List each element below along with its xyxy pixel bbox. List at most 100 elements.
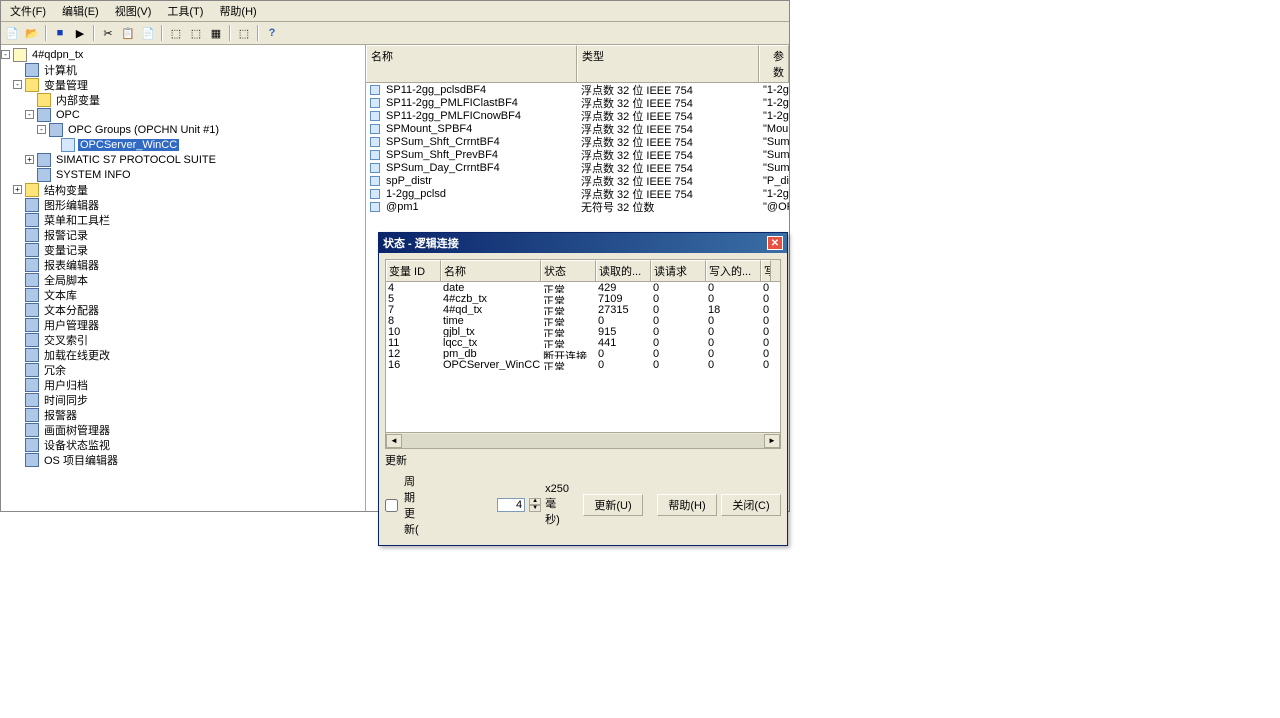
close-icon[interactable]: ✕ bbox=[767, 236, 783, 250]
col-read[interactable]: 读取的... bbox=[596, 260, 651, 281]
tree-item[interactable]: 文本库 bbox=[1, 287, 365, 302]
tree-label[interactable]: OS 项目编辑器 bbox=[42, 452, 120, 468]
tree-item[interactable]: 计算机 bbox=[1, 62, 365, 77]
list-row[interactable]: @pm1无符号 32 位数"@OPC bbox=[366, 200, 789, 213]
tree-toggle[interactable]: - bbox=[13, 80, 22, 89]
tree-label[interactable]: 文本分配器 bbox=[42, 302, 101, 318]
menu-item[interactable]: 帮助(H) bbox=[216, 2, 259, 20]
tree-label[interactable]: 用户归档 bbox=[42, 377, 90, 393]
tree-item[interactable]: 交叉索引 bbox=[1, 332, 365, 347]
tree-label[interactable]: 加载在线更改 bbox=[42, 347, 112, 363]
tree-item[interactable]: 文本分配器 bbox=[1, 302, 365, 317]
col-param[interactable]: 参数 bbox=[759, 45, 789, 82]
update-button[interactable]: 更新(U) bbox=[583, 494, 643, 516]
tree-label[interactable]: SIMATIC S7 PROTOCOL SUITE bbox=[54, 154, 218, 166]
tree-item[interactable]: 设备状态监视 bbox=[1, 437, 365, 452]
col-req[interactable]: 读请求 bbox=[651, 260, 706, 281]
tree-item[interactable]: 报表编辑器 bbox=[1, 257, 365, 272]
tree-item[interactable]: 用户归档 bbox=[1, 377, 365, 392]
tree-label[interactable]: OPC bbox=[54, 109, 82, 121]
tree-toggle[interactable]: + bbox=[13, 185, 22, 194]
tree-label[interactable]: 报警记录 bbox=[42, 227, 90, 243]
tree-item[interactable]: 图形编辑器 bbox=[1, 197, 365, 212]
tree-label[interactable]: 图形编辑器 bbox=[42, 197, 101, 213]
tree-item[interactable]: - 变量管理 bbox=[1, 77, 365, 92]
tree-label[interactable]: 报表编辑器 bbox=[42, 257, 101, 273]
tree-label[interactable]: 计算机 bbox=[42, 62, 79, 78]
tree-label[interactable]: SYSTEM INFO bbox=[54, 169, 133, 181]
tree-label[interactable]: 交叉索引 bbox=[42, 332, 90, 348]
scroll-left-icon[interactable]: ◄ bbox=[386, 434, 402, 448]
tree-item[interactable]: 加载在线更改 bbox=[1, 347, 365, 362]
tree-item[interactable]: OS 项目编辑器 bbox=[1, 452, 365, 467]
dialog-grid-body[interactable]: 4date正常42900054#czb_tx正常710900074#qd_tx正… bbox=[386, 282, 780, 432]
cyclic-checkbox[interactable] bbox=[385, 499, 398, 512]
spin-down-icon[interactable]: ▼ bbox=[529, 505, 541, 512]
menu-item[interactable]: 视图(V) bbox=[112, 2, 155, 20]
play-icon[interactable]: ▶ bbox=[71, 24, 89, 42]
tree-label[interactable]: 设备状态监视 bbox=[42, 437, 112, 453]
tree-label[interactable]: 全局脚本 bbox=[42, 272, 90, 288]
copy-icon[interactable]: 📋 bbox=[119, 24, 137, 42]
titlebar[interactable]: 状态 - 逻辑连接 ✕ bbox=[379, 233, 787, 253]
col-var-id[interactable]: 变量 ID bbox=[386, 260, 441, 281]
dialog-row[interactable]: 74#qd_tx正常273150180 bbox=[386, 304, 780, 315]
scroll-track[interactable] bbox=[402, 434, 764, 448]
tree-label[interactable]: 报警器 bbox=[42, 407, 79, 423]
tree-label[interactable]: 文本库 bbox=[42, 287, 79, 303]
tree-toggle[interactable]: - bbox=[37, 125, 46, 134]
tree-label[interactable]: 变量管理 bbox=[42, 77, 90, 93]
tree-item[interactable]: 菜单和工具栏 bbox=[1, 212, 365, 227]
col-w[interactable]: 写 bbox=[761, 260, 771, 281]
tree-item[interactable]: SYSTEM INFO bbox=[1, 167, 365, 182]
close-button[interactable]: 关闭(C) bbox=[721, 494, 781, 516]
tool1-icon[interactable]: ⬚ bbox=[167, 24, 185, 42]
dialog-row[interactable]: 8time正常0000 bbox=[386, 315, 780, 326]
spinner-buttons[interactable]: ▲▼ bbox=[529, 498, 541, 512]
help-button[interactable]: 帮助(H) bbox=[657, 494, 717, 516]
tree-label[interactable]: 结构变量 bbox=[42, 182, 90, 198]
tree-label[interactable]: 菜单和工具栏 bbox=[42, 212, 112, 228]
tree-label[interactable]: 画面树管理器 bbox=[42, 422, 112, 438]
tree-item[interactable]: 画面树管理器 bbox=[1, 422, 365, 437]
dialog-row[interactable]: 12pm_db断开连接0000 bbox=[386, 348, 780, 359]
tree-label[interactable]: 用户管理器 bbox=[42, 317, 101, 333]
col-var-name[interactable]: 名称 bbox=[441, 260, 541, 281]
menu-item[interactable]: 文件(F) bbox=[7, 2, 49, 20]
tree-item[interactable]: 内部变量 bbox=[1, 92, 365, 107]
scroll-right-icon[interactable]: ► bbox=[764, 434, 780, 448]
help-icon[interactable]: ? bbox=[263, 24, 281, 42]
tree-label[interactable]: OPCServer_WinCC bbox=[78, 139, 179, 151]
new-icon[interactable]: 📄 bbox=[3, 24, 21, 42]
dialog-row[interactable]: 10gjbl_tx正常915000 bbox=[386, 326, 780, 337]
tree-item[interactable]: - OPC Groups (OPCHN Unit #1) bbox=[1, 122, 365, 137]
tree-toggle[interactable]: - bbox=[25, 110, 34, 119]
tree-label[interactable]: OPC Groups (OPCHN Unit #1) bbox=[66, 124, 221, 136]
tree-label[interactable]: 冗余 bbox=[42, 362, 68, 378]
tree-toggle[interactable]: + bbox=[25, 155, 34, 164]
tree-item[interactable]: 冗余 bbox=[1, 362, 365, 377]
tool3-icon[interactable]: ▦ bbox=[207, 24, 225, 42]
tree-label[interactable]: 变量记录 bbox=[42, 242, 90, 258]
tree-item[interactable]: 变量记录 bbox=[1, 242, 365, 257]
tree-toggle[interactable]: - bbox=[1, 50, 10, 59]
col-name[interactable]: 名称 bbox=[366, 45, 577, 82]
tree-label[interactable]: 时间同步 bbox=[42, 392, 90, 408]
tree-item[interactable]: - OPC bbox=[1, 107, 365, 122]
tree-item[interactable]: OPCServer_WinCC bbox=[1, 137, 365, 152]
col-status[interactable]: 状态 bbox=[541, 260, 596, 281]
open-icon[interactable]: 📂 bbox=[23, 24, 41, 42]
tree-item[interactable]: 时间同步 bbox=[1, 392, 365, 407]
cyclic-value-input[interactable] bbox=[497, 498, 525, 512]
tree-item[interactable]: 报警器 bbox=[1, 407, 365, 422]
dialog-row[interactable]: 4date正常429000 bbox=[386, 282, 780, 293]
h-scrollbar[interactable]: ◄ ► bbox=[386, 432, 780, 448]
col-type[interactable]: 类型 bbox=[577, 45, 759, 82]
col-write[interactable]: 写入的... bbox=[706, 260, 761, 281]
spin-up-icon[interactable]: ▲ bbox=[529, 498, 541, 505]
tree-label[interactable]: 内部变量 bbox=[54, 92, 102, 108]
tree-item[interactable]: 全局脚本 bbox=[1, 272, 365, 287]
tree-item[interactable]: + 结构变量 bbox=[1, 182, 365, 197]
stop-icon[interactable]: ■ bbox=[51, 24, 69, 42]
menu-item[interactable]: 编辑(E) bbox=[59, 2, 102, 20]
